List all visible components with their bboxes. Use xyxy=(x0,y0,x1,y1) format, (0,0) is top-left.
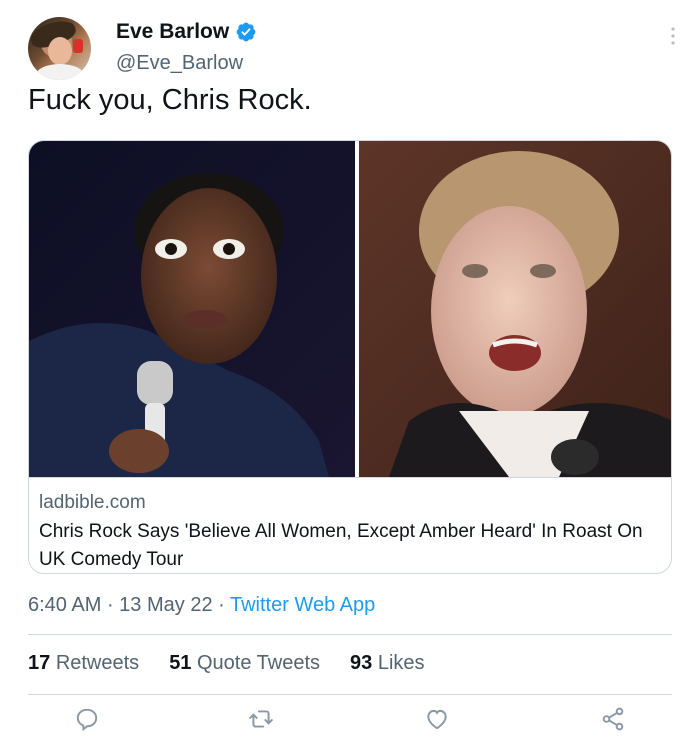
likes-stat[interactable]: 93 Likes xyxy=(350,652,425,675)
likes-label: Likes xyxy=(377,652,425,674)
quote-tweets-count: 51 xyxy=(169,652,192,674)
divider xyxy=(28,694,672,695)
link-card-info[interactable]: ladbible.com Chris Rock Says 'Believe Al… xyxy=(29,477,671,573)
tweet-meta: 6:40 AM · 13 May 22 · Twitter Web App xyxy=(28,594,375,617)
retweet-icon[interactable] xyxy=(248,706,274,732)
author-name-row[interactable]: Eve Barlow xyxy=(116,20,257,44)
avatar-shirt xyxy=(36,64,84,80)
quote-tweets-stat[interactable]: 51 Quote Tweets xyxy=(169,652,320,675)
divider xyxy=(28,634,672,635)
link-card[interactable]: ladbible.com Chris Rock Says 'Believe Al… xyxy=(28,140,672,574)
avatar[interactable] xyxy=(28,17,91,80)
display-name[interactable]: Eve Barlow xyxy=(116,20,229,44)
tweet-actions xyxy=(0,706,700,742)
tweet-date[interactable]: 13 May 22 xyxy=(119,594,212,616)
tweet-source[interactable]: Twitter Web App xyxy=(230,594,375,616)
retweets-count: 17 xyxy=(28,652,51,674)
more-vertical-icon[interactable] xyxy=(670,26,676,46)
heart-icon[interactable] xyxy=(424,706,450,732)
link-card-image xyxy=(29,141,671,477)
meta-separator: · xyxy=(212,594,230,616)
link-card-title[interactable]: Chris Rock Says 'Believe All Women, Exce… xyxy=(39,518,659,573)
author-handle[interactable]: @Eve_Barlow xyxy=(116,52,243,75)
tweet-stats: 17 Retweets 51 Quote Tweets 93 Likes xyxy=(28,652,455,675)
verified-badge-icon xyxy=(236,22,256,42)
quote-tweets-label: Quote Tweets xyxy=(197,652,321,674)
share-icon[interactable] xyxy=(600,706,626,732)
avatar-face xyxy=(48,37,72,65)
meta-separator: · xyxy=(101,594,120,616)
likes-count: 93 xyxy=(350,652,373,674)
retweets-label: Retweets xyxy=(55,652,140,674)
tweet-time[interactable]: 6:40 AM xyxy=(28,594,101,616)
retweets-stat[interactable]: 17 Retweets xyxy=(28,652,139,675)
reply-icon[interactable] xyxy=(74,706,100,732)
avatar-drink xyxy=(73,39,83,53)
link-card-domain: ladbible.com xyxy=(39,492,146,513)
tweet-text: Fuck you, Chris Rock. xyxy=(28,84,312,116)
